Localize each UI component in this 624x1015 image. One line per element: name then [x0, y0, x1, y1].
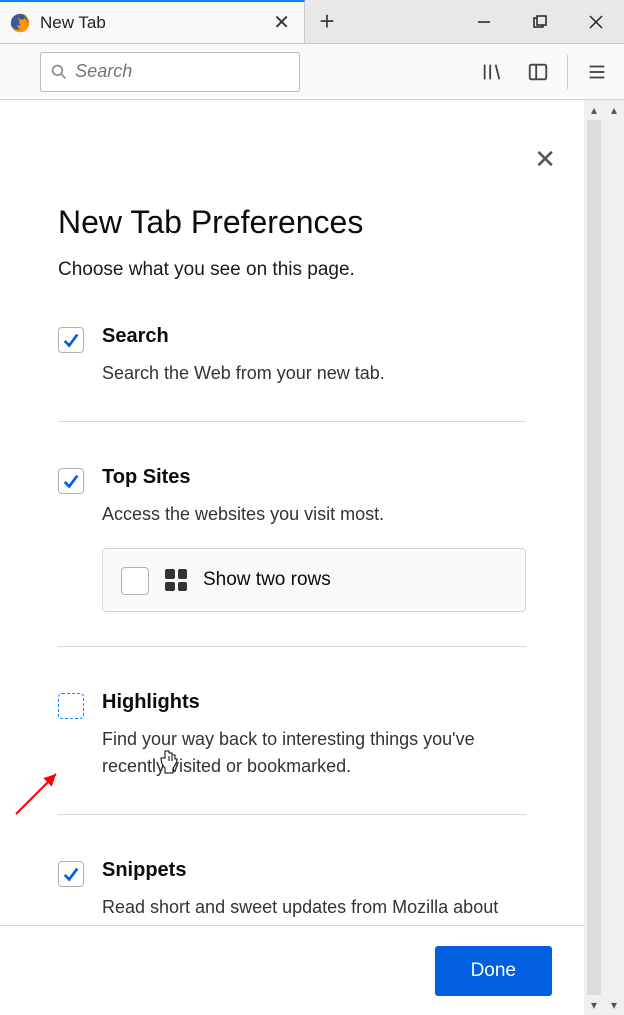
close-prefs-icon[interactable]: ✕ [534, 144, 556, 175]
newtab-preferences-panel: ✕ New Tab Preferences Choose what you se… [0, 100, 584, 1015]
tab-close-icon[interactable]: ✕ [269, 10, 294, 35]
option-title: Top Sites [102, 466, 526, 489]
titlebar: New Tab ✕ + [0, 0, 624, 44]
new-tab-button[interactable]: + [305, 0, 349, 43]
checkbox-two-rows[interactable] [121, 567, 149, 595]
prefs-footer: Done [0, 925, 584, 1015]
option-title: Snippets [102, 859, 526, 882]
grid-icon [165, 569, 187, 591]
browser-tab[interactable]: New Tab ✕ [0, 0, 305, 43]
scroll-down-icon[interactable]: ▾ [584, 995, 604, 1015]
suboption-two-rows: Show two rows [102, 548, 526, 612]
option-desc: Search the Web from your new tab. [102, 360, 526, 387]
option-top-sites: Top Sites Access the websites you visit … [58, 466, 526, 612]
firefox-icon [10, 13, 30, 33]
scrollbar-outer[interactable]: ▴ ▾ [604, 100, 624, 1015]
scroll-up-icon[interactable]: ▴ [604, 100, 624, 120]
option-search: Search Search the Web from your new tab. [58, 325, 526, 387]
search-bar[interactable] [40, 52, 300, 92]
search-icon [51, 63, 67, 81]
scroll-down-icon[interactable]: ▾ [604, 995, 624, 1015]
tab-title: New Tab [40, 13, 259, 33]
prefs-title: New Tab Preferences [58, 204, 526, 241]
page-content: ✕ New Tab Preferences Choose what you se… [0, 100, 584, 1015]
navbar [0, 44, 624, 100]
scroll-track[interactable] [587, 120, 601, 995]
option-desc: Access the websites you visit most. [102, 501, 526, 528]
checkbox-search[interactable] [58, 327, 84, 353]
divider [58, 646, 526, 647]
library-button[interactable] [475, 55, 509, 89]
prefs-subtitle: Choose what you see on this page. [58, 259, 526, 281]
window-controls [456, 0, 624, 43]
minimize-button[interactable] [456, 0, 512, 43]
suboption-label: Show two rows [203, 569, 331, 591]
option-title: Search [102, 325, 526, 348]
checkbox-top-sites[interactable] [58, 468, 84, 494]
scrollbar-inner[interactable]: ▴ ▾ [584, 100, 604, 1015]
search-input[interactable] [75, 61, 289, 82]
checkbox-highlights[interactable] [58, 693, 84, 719]
divider [58, 421, 526, 422]
divider [58, 814, 526, 815]
option-highlights: Highlights Find your way back to interes… [58, 691, 526, 780]
done-button[interactable]: Done [435, 946, 552, 996]
sidebar-button[interactable] [521, 55, 555, 89]
menu-button[interactable] [580, 55, 614, 89]
checkbox-snippets[interactable] [58, 861, 84, 887]
option-desc: Find your way back to interesting things… [102, 726, 526, 780]
scroll-up-icon[interactable]: ▴ [584, 100, 604, 120]
option-title: Highlights [102, 691, 526, 714]
close-window-button[interactable] [568, 0, 624, 43]
maximize-button[interactable] [512, 0, 568, 43]
